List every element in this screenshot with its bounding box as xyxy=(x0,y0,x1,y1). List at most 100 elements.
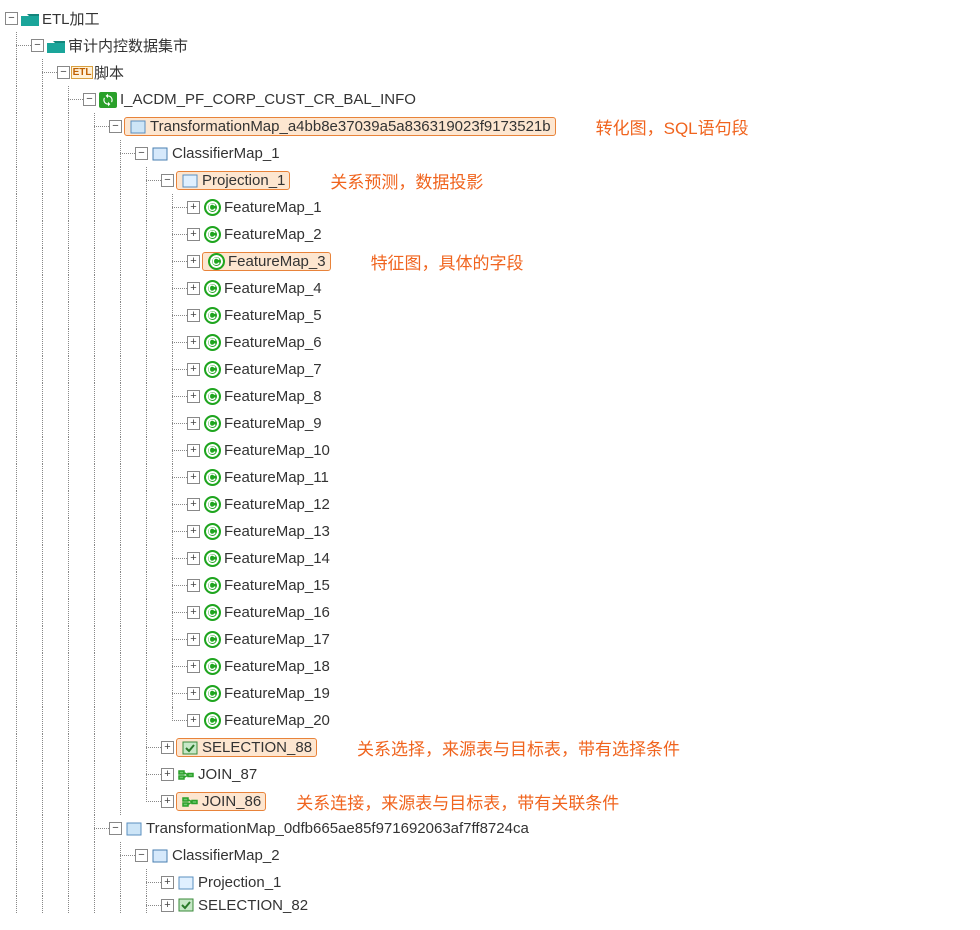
expand-toggle[interactable]: + xyxy=(187,255,200,268)
tree-node-feature[interactable]: +CFeatureMap_18 xyxy=(5,653,975,680)
collapse-toggle[interactable]: − xyxy=(5,12,18,25)
expand-toggle[interactable]: + xyxy=(187,606,200,619)
expand-toggle[interactable]: + xyxy=(187,309,200,322)
expand-toggle[interactable]: + xyxy=(187,687,200,700)
tree-node-feature[interactable]: +CFeatureMap_1 xyxy=(5,194,975,221)
node-label: FeatureMap_6 xyxy=(223,334,323,351)
tree-node-l2[interactable]: − ETL 脚本 xyxy=(5,59,975,86)
tree-node-feature[interactable]: +CFeatureMap_14 xyxy=(5,545,975,572)
tree-node-feature[interactable]: +CFeatureMap_6 xyxy=(5,329,975,356)
join-icon xyxy=(177,767,195,783)
projection-icon xyxy=(181,173,199,189)
tree-node-feature[interactable]: +CFeatureMap_11 xyxy=(5,464,975,491)
tree-node-feature[interactable]: +CFeatureMap_13 xyxy=(5,518,975,545)
annotation-tmap: 转化图，SQL语句段 xyxy=(596,114,749,139)
feature-icon: C xyxy=(207,254,225,270)
expand-toggle[interactable]: + xyxy=(187,525,200,538)
collapse-toggle[interactable]: − xyxy=(135,849,148,862)
collapse-toggle[interactable]: − xyxy=(31,39,44,52)
tree-node-sel88[interactable]: + SELECTION_88 关系选择，来源表与目标表，带有选择条件 xyxy=(5,734,975,761)
expand-toggle[interactable]: + xyxy=(161,899,174,912)
feature-icon: C xyxy=(203,281,221,297)
expand-toggle[interactable]: + xyxy=(161,795,174,808)
feature-icon: C xyxy=(203,389,221,405)
collapse-toggle[interactable]: − xyxy=(161,174,174,187)
tree-node-tmap2[interactable]: − TransformationMap_0dfb665ae85f97169206… xyxy=(5,815,975,842)
expand-toggle[interactable]: + xyxy=(187,579,200,592)
feature-icon: C xyxy=(203,362,221,378)
tree-node-feature[interactable]: +CFeatureMap_5 xyxy=(5,302,975,329)
expand-toggle[interactable]: + xyxy=(187,201,200,214)
expand-toggle[interactable]: + xyxy=(187,228,200,241)
node-label: Projection_1 xyxy=(197,874,282,891)
feature-icon: C xyxy=(203,524,221,540)
annotation-join: 关系连接，来源表与目标表，带有关联条件 xyxy=(296,789,619,814)
collapse-toggle[interactable]: − xyxy=(135,147,148,160)
folder-icon xyxy=(47,38,65,54)
tree-node-feature[interactable]: +CFeatureMap_3特征图，具体的字段 xyxy=(5,248,975,275)
node-label: ETL加工 xyxy=(41,8,101,29)
node-label: FeatureMap_16 xyxy=(223,604,331,621)
node-label: FeatureMap_8 xyxy=(223,388,323,405)
feature-icon: C xyxy=(203,713,221,729)
expand-toggle[interactable]: + xyxy=(187,444,200,457)
expand-toggle[interactable]: + xyxy=(187,282,200,295)
node-label: JOIN_87 xyxy=(197,766,258,783)
tree-node-feature[interactable]: +CFeatureMap_16 xyxy=(5,599,975,626)
tree-node-feature[interactable]: +CFeatureMap_15 xyxy=(5,572,975,599)
tree-node-root[interactable]: − ETL加工 xyxy=(5,5,975,32)
tree-node-feature[interactable]: +CFeatureMap_20 xyxy=(5,707,975,734)
expand-toggle[interactable]: + xyxy=(187,552,200,565)
tree-view: − ETL加工 − 审计内控数据集市 − ETL 脚本 − I_ACDM_PF_… xyxy=(5,5,975,914)
expand-toggle[interactable]: + xyxy=(161,876,174,889)
collapse-toggle[interactable]: − xyxy=(57,66,70,79)
expand-toggle[interactable]: + xyxy=(187,714,200,727)
feature-icon: C xyxy=(203,605,221,621)
expand-toggle[interactable]: + xyxy=(161,741,174,754)
tree-node-l1[interactable]: − 审计内控数据集市 xyxy=(5,32,975,59)
tree-node-proj2[interactable]: + Projection_1 xyxy=(5,869,975,896)
tree-node-join86[interactable]: + JOIN_86 关系连接，来源表与目标表，带有关联条件 xyxy=(5,788,975,815)
node-label: FeatureMap_11 xyxy=(223,469,330,486)
expand-toggle[interactable]: + xyxy=(187,498,200,511)
feature-icon: C xyxy=(203,551,221,567)
tree-node-feature[interactable]: +CFeatureMap_8 xyxy=(5,383,975,410)
feature-icon: C xyxy=(203,632,221,648)
tree-node-sel82[interactable]: + SELECTION_82 xyxy=(5,896,975,914)
expand-toggle[interactable]: + xyxy=(187,390,200,403)
node-label: 审计内控数据集市 xyxy=(67,35,189,56)
tree-node-feature[interactable]: +CFeatureMap_10 xyxy=(5,437,975,464)
classifier-icon xyxy=(151,146,169,162)
tree-node-feature[interactable]: +CFeatureMap_9 xyxy=(5,410,975,437)
etl-icon: ETL xyxy=(73,65,91,81)
expand-toggle[interactable]: + xyxy=(187,660,200,673)
collapse-toggle[interactable]: − xyxy=(83,93,96,106)
tree-node-feature[interactable]: +CFeatureMap_4 xyxy=(5,275,975,302)
expand-toggle[interactable]: + xyxy=(187,363,200,376)
expand-toggle[interactable]: + xyxy=(161,768,174,781)
tree-node-feature[interactable]: +CFeatureMap_17 xyxy=(5,626,975,653)
tree-node-l3[interactable]: − I_ACDM_PF_CORP_CUST_CR_BAL_INFO xyxy=(5,86,975,113)
collapse-toggle[interactable]: − xyxy=(109,120,122,133)
classifier-icon xyxy=(151,848,169,864)
folder-icon xyxy=(21,11,39,27)
tree-node-feature[interactable]: +CFeatureMap_19 xyxy=(5,680,975,707)
expand-toggle[interactable]: + xyxy=(187,417,200,430)
tree-node-feature[interactable]: +CFeatureMap_7 xyxy=(5,356,975,383)
node-label: FeatureMap_17 xyxy=(223,631,331,648)
tree-node-proj1[interactable]: − Projection_1 关系预测，数据投影 xyxy=(5,167,975,194)
feature-list: +CFeatureMap_1+CFeatureMap_2+CFeatureMap… xyxy=(5,194,975,734)
tree-node-feature[interactable]: +CFeatureMap_12 xyxy=(5,491,975,518)
tree-node-feature[interactable]: +CFeatureMap_2 xyxy=(5,221,975,248)
expand-toggle[interactable]: + xyxy=(187,471,200,484)
tree-node-tmap1[interactable]: − TransformationMap_a4bb8e37039a5a836319… xyxy=(5,113,975,140)
tree-node-join87[interactable]: + JOIN_87 xyxy=(5,761,975,788)
tree-node-cmap2[interactable]: − ClassifierMap_2 xyxy=(5,842,975,869)
tree-node-cmap1[interactable]: − ClassifierMap_1 xyxy=(5,140,975,167)
feature-icon: C xyxy=(203,200,221,216)
collapse-toggle[interactable]: − xyxy=(109,822,122,835)
expand-toggle[interactable]: + xyxy=(187,633,200,646)
map-icon xyxy=(125,821,143,837)
expand-toggle[interactable]: + xyxy=(187,336,200,349)
annotation-sel: 关系选择，来源表与目标表，带有选择条件 xyxy=(357,735,680,760)
